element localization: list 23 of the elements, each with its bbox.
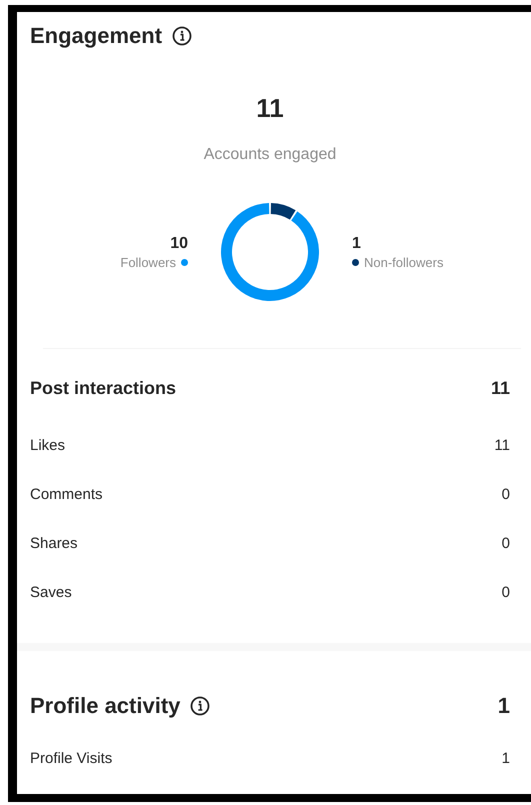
legend-label: Followers — [120, 254, 176, 270]
legend-label: Non-followers — [364, 254, 444, 270]
legend-value: 10 — [170, 234, 188, 252]
section-title: Profile activity — [30, 693, 180, 719]
info-icon[interactable] — [190, 696, 210, 716]
metric-value: 11 — [494, 437, 510, 454]
metric-label: Profile Visits — [30, 750, 112, 767]
metric-label: Comments — [30, 486, 103, 503]
section-total: 11 — [490, 378, 510, 399]
section-total: 1 — [498, 693, 510, 719]
accounts-engaged-label: Accounts engaged — [202, 146, 338, 164]
info-icon[interactable] — [172, 26, 192, 46]
section-title: Post interactions — [30, 378, 176, 399]
legend-value: 1 — [352, 234, 361, 252]
metric-label: Likes — [30, 437, 66, 454]
accounts-engaged-count: 11 — [255, 93, 285, 124]
metric-value: 0 — [502, 486, 510, 503]
metric-value: 0 — [502, 535, 510, 552]
metric-label: Shares — [30, 535, 78, 552]
section-title: Engagement — [30, 23, 162, 49]
metric-value: 1 — [502, 750, 510, 767]
metric-value: 0 — [502, 584, 510, 601]
metric-label: Saves — [30, 584, 72, 601]
